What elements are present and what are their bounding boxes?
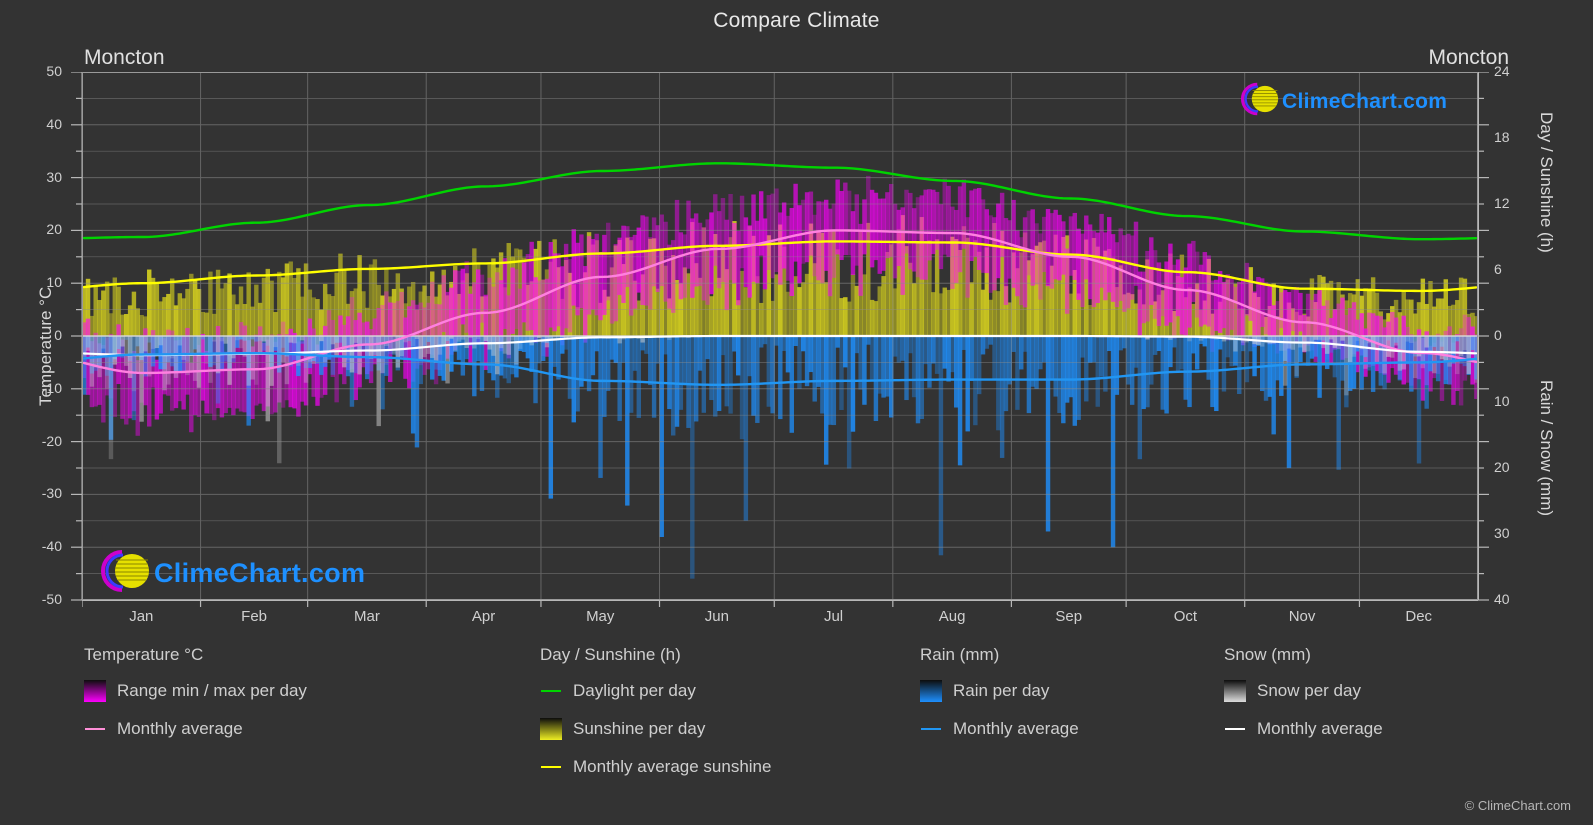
y2-tick-hours-18: 18 xyxy=(1494,129,1510,145)
legend-item[interactable]: Range min / max per day xyxy=(84,676,307,705)
legend-group-title: Temperature °C xyxy=(84,645,204,664)
legend-gradient-swatch xyxy=(1224,679,1246,702)
legend-group-title: Snow (mm) xyxy=(1224,645,1311,664)
chart-legend: Temperature °C Range min / max per day Mon… xyxy=(0,645,1593,805)
legend-item-label: Monthly average xyxy=(953,718,1079,738)
climechart-logo-icon xyxy=(92,548,154,599)
legend-item-label: Monthly average xyxy=(117,718,243,738)
y2-tick-mm-30: 30 xyxy=(1494,525,1510,541)
legend-item[interactable]: Monthly average sunshine xyxy=(540,752,771,781)
climechart-logo-icon-small xyxy=(1234,81,1282,122)
y2-tick-mm-20: 20 xyxy=(1494,459,1510,475)
x-tick-dec: Dec xyxy=(1405,608,1433,625)
watermark-logo-large: ClimeChart.com xyxy=(92,548,365,599)
left-axis-ticks xyxy=(71,72,83,601)
x-tick-jul: Jul xyxy=(823,608,844,625)
legend-group-rain-mm: Rain (mm) Rain per day Monthly average xyxy=(920,645,1079,752)
x-tick-nov: Nov xyxy=(1288,608,1316,625)
right-axis-ticks xyxy=(1478,72,1489,601)
legend-item-label: Monthly average xyxy=(1257,718,1383,738)
x-tick-apr: Apr xyxy=(471,608,496,625)
x-tick-sep: Sep xyxy=(1055,608,1083,625)
x-tick-may: May xyxy=(586,608,615,625)
city-label-left: Moncton xyxy=(84,46,165,69)
y-tick-temp-50: 50 xyxy=(46,63,62,79)
x-tick-jun: Jun xyxy=(704,608,729,625)
legend-item-label: Range min / max per day xyxy=(117,680,307,700)
legend-item-label: Daylight per day xyxy=(573,680,696,700)
watermark-text: ClimeChart.com xyxy=(154,558,366,588)
legend-gradient-swatch xyxy=(920,679,942,702)
y2-tick-mm-10: 10 xyxy=(1494,393,1510,409)
y-tick-temp--10: -10 xyxy=(41,379,62,396)
y-tick-temp-40: 40 xyxy=(46,115,62,132)
legend-item[interactable]: Daylight per day xyxy=(540,676,771,705)
x-tick-jan: Jan xyxy=(129,608,154,625)
legend-item-label: Sunshine per day xyxy=(573,718,706,738)
y2-tick-hours-12: 12 xyxy=(1494,195,1510,211)
legend-item[interactable]: Sunshine per day xyxy=(540,714,771,743)
y-tick-temp--40: -40 xyxy=(41,538,62,555)
x-tick-aug: Aug xyxy=(938,608,966,625)
legend-line-swatch xyxy=(540,680,562,702)
legend-line-swatch xyxy=(920,718,942,740)
y2-tick-hours-6: 6 xyxy=(1494,261,1502,277)
legend-group-temperature-c: Temperature °C Range min / max per day Mon… xyxy=(84,645,307,752)
x-tick-feb: Feb xyxy=(241,608,268,625)
y-tick-temp-0: 0 xyxy=(54,327,62,343)
legend-gradient-swatch xyxy=(540,717,562,740)
legend-item[interactable]: Monthly average xyxy=(920,714,1079,743)
y2-tick-hours-0: 0 xyxy=(1494,327,1502,343)
x-tick-mar: Mar xyxy=(354,608,380,625)
y2-tick-mm-40: 40 xyxy=(1494,591,1510,607)
copyright-notice: © ClimeChart.com xyxy=(1464,798,1571,813)
legend-group-title: Rain (mm) xyxy=(920,645,1000,664)
legend-gradient-swatch xyxy=(84,679,106,702)
legend-item[interactable]: Rain per day xyxy=(920,676,1079,705)
legend-item[interactable]: Snow per day xyxy=(1224,676,1383,705)
legend-line-swatch xyxy=(540,756,562,778)
page-title: Compare Climate xyxy=(713,9,880,32)
climate-chart-page: Compare Climate Moncton Moncton Temperat… xyxy=(0,0,1593,825)
y-tick-temp-30: 30 xyxy=(46,168,62,185)
legend-item[interactable]: Monthly average xyxy=(84,714,307,743)
y-tick-temp--30: -30 xyxy=(41,485,62,502)
chart-canvas xyxy=(82,72,1478,600)
legend-group-title: Day / Sunshine (h) xyxy=(540,645,681,664)
legend-item-label: Snow per day xyxy=(1257,680,1361,700)
plot-area xyxy=(82,72,1478,600)
legend-item-label: Rain per day xyxy=(953,680,1050,700)
y-tick-temp--20: -20 xyxy=(41,432,62,449)
y2-tick-hours-24: 24 xyxy=(1494,63,1510,79)
y-tick-temp-20: 20 xyxy=(46,221,62,238)
legend-line-swatch xyxy=(1224,718,1246,740)
y-tick-temp-10: 10 xyxy=(46,274,62,291)
legend-item[interactable]: Monthly average xyxy=(1224,714,1383,743)
x-tick-oct: Oct xyxy=(1173,608,1198,625)
y-tick-temp--50: -50 xyxy=(41,591,62,607)
legend-group-snow-mm: Snow (mm) Snow per day Monthly average xyxy=(1224,645,1383,752)
legend-line-swatch xyxy=(84,718,106,740)
legend-group-day-sunshine-h: Day / Sunshine (h) Daylight per day Sunshi… xyxy=(540,645,771,790)
legend-item-label: Monthly average sunshine xyxy=(573,756,772,776)
watermark-text-small: ClimeChart.com xyxy=(1282,89,1448,113)
watermark-logo-small: ClimeChart.com xyxy=(1234,81,1447,122)
x-axis-ticks xyxy=(82,600,1478,607)
